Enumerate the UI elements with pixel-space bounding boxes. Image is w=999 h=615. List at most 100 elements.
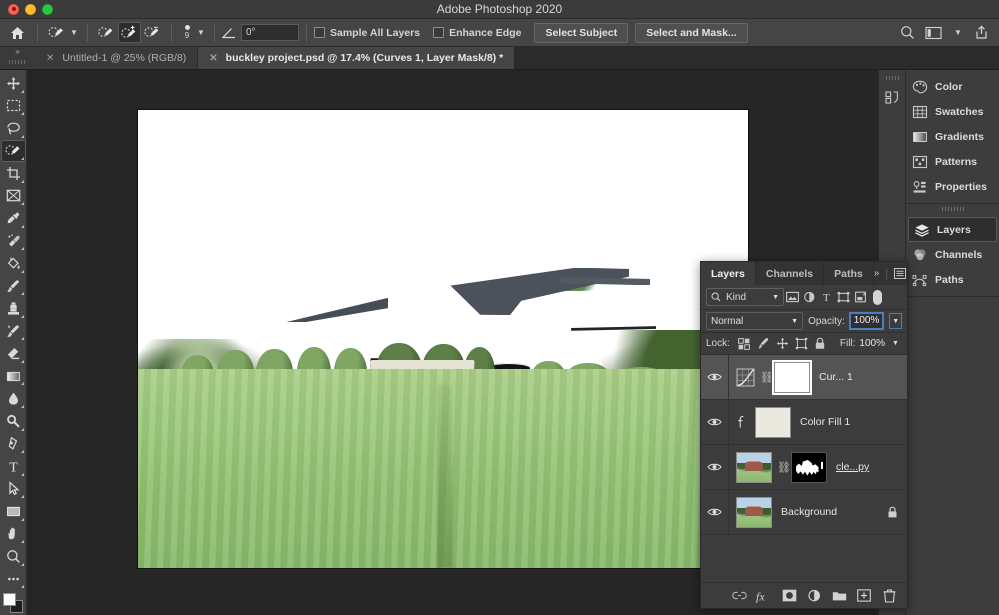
lock-all-icon[interactable] <box>811 335 830 353</box>
brush-size-indicator[interactable]: 9 <box>179 22 195 44</box>
adjustment-filter-icon[interactable] <box>801 288 818 306</box>
tab-layers[interactable]: Layers <box>701 262 756 285</box>
workspace-chevron-down-icon[interactable]: ▼ <box>952 28 964 37</box>
shape-filter-icon[interactable] <box>835 288 852 306</box>
opacity-input[interactable]: 100% <box>850 313 884 329</box>
blur-droplet-icon[interactable] <box>1 387 26 410</box>
layer-mask-thumbnail[interactable] <box>791 452 827 483</box>
quick-selection-tool[interactable] <box>1 140 26 163</box>
checkbox-box[interactable] <box>433 27 444 38</box>
lock-artboard-icon[interactable] <box>792 335 811 353</box>
brush-tool[interactable] <box>1 275 26 298</box>
table-row[interactable]: ⛓ Cur... 1 <box>701 355 907 400</box>
spot-healing-brush-tool[interactable] <box>1 230 26 253</box>
minimize-window-button[interactable] <box>25 4 36 15</box>
eyedropper-tool[interactable] <box>1 207 26 230</box>
smart-object-filter-icon[interactable] <box>852 288 869 306</box>
layers-panel[interactable]: Layers Channels Paths » | Kind ▼ <box>700 261 908 609</box>
tab-channels[interactable]: Channels <box>756 262 824 285</box>
tab-bar-handle[interactable]: » <box>0 47 35 69</box>
dock-item-color[interactable]: Color <box>906 74 999 99</box>
dodge-tool[interactable] <box>1 410 26 433</box>
layers-list[interactable]: ⛓ Cur... 1 Color <box>701 355 907 582</box>
pen-tool[interactable] <box>1 433 26 456</box>
dock-item-properties[interactable]: Properties <box>906 174 999 199</box>
fx-icon[interactable]: fx <box>756 588 772 604</box>
chevron-down-icon[interactable]: ▼ <box>791 318 798 325</box>
blend-mode-select[interactable]: Normal ▼ <box>706 312 803 330</box>
edit-toolbar-ellipsis-icon[interactable] <box>1 568 26 591</box>
selection-new-icon[interactable] <box>95 22 118 43</box>
filter-toggle-switch[interactable] <box>873 290 882 305</box>
rectangular-marquee-tool[interactable] <box>1 95 26 118</box>
pixel-filter-icon[interactable] <box>784 288 801 306</box>
close-window-button[interactable] <box>8 4 19 15</box>
tool-preset-chevron-down-icon[interactable]: ▼ <box>68 28 80 37</box>
dock-item-patterns[interactable]: Patterns <box>906 149 999 174</box>
rectangle-tool[interactable] <box>1 500 26 523</box>
maximize-window-button[interactable] <box>42 4 53 15</box>
layer-mask-thumbnail[interactable] <box>774 362 810 393</box>
link-icon[interactable] <box>731 588 747 604</box>
window-controls[interactable] <box>0 4 53 15</box>
gradient-tool[interactable] <box>1 365 26 388</box>
eye-icon[interactable] <box>701 445 729 489</box>
dock-grip[interactable] <box>906 204 999 213</box>
layer-thumbs[interactable] <box>729 407 791 438</box>
mask-icon[interactable] <box>781 588 797 604</box>
enhance-edge-checkbox[interactable]: Enhance Edge <box>433 27 521 39</box>
layer-thumbnail[interactable] <box>736 452 772 483</box>
workspace-icon[interactable] <box>925 26 942 40</box>
history-actions-icon[interactable] <box>880 84 905 111</box>
path-selection-tool[interactable] <box>1 478 26 501</box>
color-swatches[interactable] <box>1 593 26 615</box>
lasso-tool[interactable] <box>1 117 26 140</box>
home-icon[interactable] <box>4 22 30 44</box>
layer-name[interactable]: Color Fill 1 <box>800 416 850 428</box>
lock-transparent-pixels-icon[interactable] <box>735 335 754 353</box>
select-and-mask-button[interactable]: Select and Mask... <box>635 23 747 43</box>
close-icon[interactable]: ✕ <box>46 53 54 64</box>
table-row[interactable]: Color Fill 1 <box>701 400 907 445</box>
layer-thumbs[interactable]: ⛓ <box>729 362 810 393</box>
type-tool[interactable]: T <box>1 455 26 478</box>
document-tab-untitled[interactable]: ✕ Untitled-1 @ 25% (RGB/8) <box>35 47 198 69</box>
dock-item-channels[interactable]: Channels <box>906 242 999 267</box>
zoom-tool[interactable] <box>1 545 26 568</box>
trash-icon[interactable] <box>881 588 897 604</box>
fill-chevron-down-icon[interactable]: ▼ <box>889 336 902 352</box>
layer-thumbnail[interactable] <box>736 497 772 528</box>
crop-tool[interactable] <box>1 162 26 185</box>
new-layer-plus-icon[interactable] <box>856 588 872 604</box>
opacity-chevron-down-icon[interactable]: ▼ <box>889 313 902 329</box>
foreground-color-swatch[interactable] <box>3 593 16 606</box>
share-icon[interactable] <box>974 25 989 40</box>
checkbox-box[interactable] <box>314 27 325 38</box>
layer-name[interactable]: cle...py <box>836 461 869 473</box>
layer-name[interactable]: Cur... 1 <box>819 371 853 383</box>
document-tab-buckley[interactable]: ✕ buckley project.psd @ 17.4% (Curves 1,… <box>198 47 515 69</box>
angle-input[interactable]: 0° <box>241 24 299 41</box>
selection-add-icon[interactable] <box>118 22 141 43</box>
curves-icon[interactable] <box>736 368 755 387</box>
solid-color-thumbnail[interactable] <box>755 407 791 438</box>
select-subject-button[interactable]: Select Subject <box>534 23 628 43</box>
table-row[interactable]: Background <box>701 490 907 535</box>
paint-bucket-tool[interactable] <box>1 252 26 275</box>
move-tool[interactable] <box>1 72 26 95</box>
dock-item-gradients[interactable]: Gradients <box>906 124 999 149</box>
filter-kind-select[interactable]: Kind ▼ <box>706 288 784 306</box>
fill-input[interactable]: 100% <box>855 336 889 352</box>
table-row[interactable]: ⛓ cle...py <box>701 445 907 490</box>
folder-icon[interactable] <box>831 588 847 604</box>
selection-subtract-icon[interactable] <box>141 22 164 43</box>
tool-preset-quick-selection-icon[interactable] <box>45 22 68 43</box>
link-mask-icon[interactable]: ⛓ <box>777 461 786 474</box>
eye-icon[interactable] <box>701 355 729 399</box>
lock-icon[interactable] <box>887 506 898 519</box>
lock-position-icon[interactable] <box>773 335 792 353</box>
layer-thumbs[interactable] <box>729 497 772 528</box>
clone-stamp-tool[interactable] <box>1 297 26 320</box>
dock-item-layers[interactable]: Layers <box>908 217 997 242</box>
frame-tool[interactable] <box>1 185 26 208</box>
